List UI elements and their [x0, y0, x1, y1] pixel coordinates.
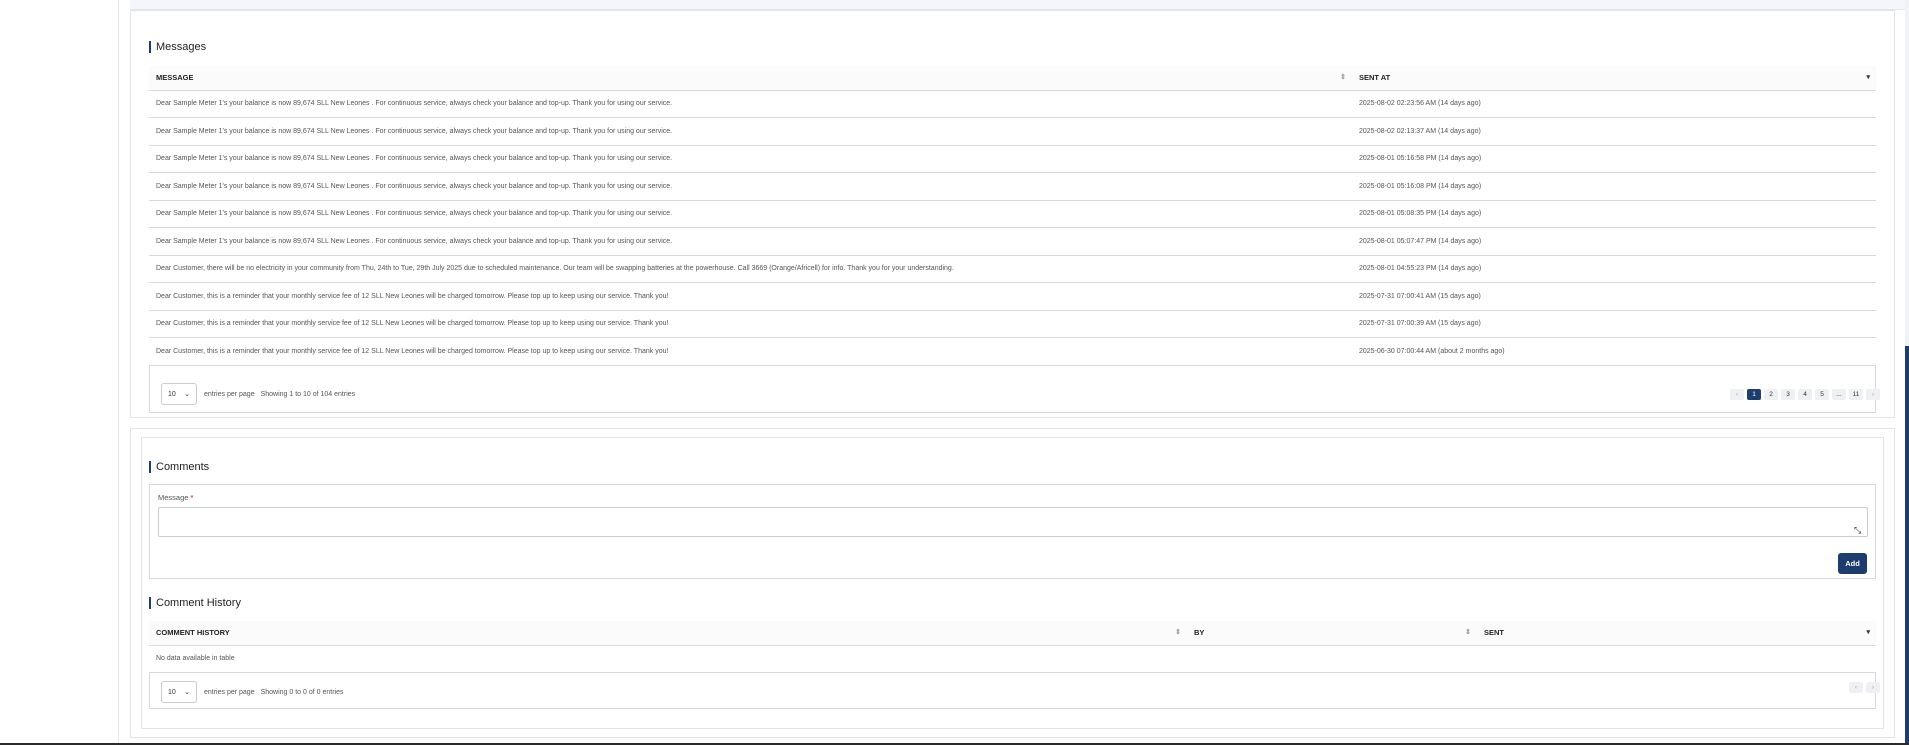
message-textarea[interactable]	[158, 507, 1868, 537]
messages-title: Messages	[149, 41, 206, 53]
table-row: Dear Sample Meter 1's your balance is no…	[149, 227, 1876, 256]
empty-table-message: No data available in table	[149, 645, 1876, 673]
comments-title: Comments	[149, 461, 209, 473]
message-cell: Dear Sample Meter 1's your balance is no…	[149, 145, 1352, 173]
per-page-select[interactable]: 10 ⌄	[161, 383, 197, 405]
message-cell: Dear Customer, there will be no electric…	[149, 255, 1352, 283]
sent-at-cell: 2025-08-01 05:16:08 PM (14 days ago)	[1352, 172, 1876, 201]
column-header-message[interactable]: MESSAGE ⇕	[149, 66, 1352, 91]
table-info: Showing 1 to 10 of 104 entries	[260, 390, 356, 398]
page-button[interactable]: 3	[1781, 389, 1795, 400]
sent-at-cell: 2025-07-31 07:00:39 AM (15 days ago)	[1352, 310, 1876, 338]
table-row: Dear Customer, there will be no electric…	[149, 255, 1876, 283]
column-header-by[interactable]: BY ⇕	[1187, 621, 1477, 646]
comments-length-control: 10 ⌄ entries per page Showing 0 to 0 of 0…	[161, 681, 343, 703]
page-button[interactable]: 1	[1747, 389, 1761, 400]
table-row: Dear Sample Meter 1's your balance is no…	[149, 145, 1876, 173]
table-row: Dear Customer, this is a reminder that y…	[149, 337, 1876, 366]
message-cell: Dear Sample Meter 1's your balance is no…	[149, 117, 1352, 146]
sort-desc-icon[interactable]: ▾	[1866, 628, 1870, 636]
sent-at-cell: 2025-08-01 05:08:35 PM (14 days ago)	[1352, 200, 1876, 228]
comment-history-title: Comment History	[149, 597, 241, 609]
table-row: Dear Customer, this is a reminder that y…	[149, 310, 1876, 338]
per-page-select[interactable]: 10 ⌄	[161, 681, 197, 703]
table-row: Dear Sample Meter 1's your balance is no…	[149, 200, 1876, 228]
comments-pagination: ‹ ›	[1849, 682, 1880, 693]
chevron-down-icon: ⌄	[184, 689, 190, 696]
message-cell: Dear Sample Meter 1's your balance is no…	[149, 90, 1352, 118]
column-header-sent-at[interactable]: SENT AT ▾	[1352, 66, 1876, 91]
messages-panel: Messages MESSAGE ⇕ SENT AT ▾ Dear Sample M…	[130, 10, 1895, 418]
message-cell: Dear Sample Meter 1's your balance is no…	[149, 172, 1352, 201]
column-header-sent[interactable]: SENT ▾	[1477, 621, 1876, 646]
chevron-down-icon: ⌄	[184, 391, 190, 398]
message-cell: Dear Customer, this is a reminder that y…	[149, 310, 1352, 338]
scrollbar-thumb[interactable]	[1905, 346, 1909, 745]
message-cell: Dear Customer, this is a reminder that y…	[149, 337, 1352, 366]
table-row: Dear Sample Meter 1's your balance is no…	[149, 117, 1876, 146]
per-page-label: entries per page	[204, 390, 255, 398]
next-page-button[interactable]: ›	[1866, 682, 1880, 693]
prev-page-button[interactable]: ‹	[1730, 389, 1744, 400]
sidebar-rail	[0, 0, 119, 745]
sort-desc-icon[interactable]: ▾	[1866, 73, 1870, 81]
sort-icon[interactable]: ⇕	[1340, 73, 1346, 81]
message-cell: Dear Sample Meter 1's your balance is no…	[149, 200, 1352, 228]
table-row: Dear Customer, this is a reminder that y…	[149, 282, 1876, 311]
page-button[interactable]: 4	[1798, 389, 1812, 400]
sent-at-cell: 2025-08-01 05:16:58 PM (14 days ago)	[1352, 145, 1876, 173]
message-cell: Dear Customer, this is a reminder that y…	[149, 282, 1352, 311]
comments-panel: Comments Message * ⤡ Add Comment History…	[130, 428, 1895, 738]
messages-table: MESSAGE ⇕ SENT AT ▾ Dear Sample Meter 1's …	[149, 66, 1876, 366]
page-ellipsis: ...	[1832, 389, 1846, 400]
page-button[interactable]: 2	[1764, 389, 1778, 400]
sent-at-cell: 2025-08-01 05:07:47 PM (14 days ago)	[1352, 227, 1876, 256]
per-page-label: entries per page	[204, 688, 255, 696]
sent-at-cell: 2025-06-30 07:00:44 AM (about 2 months a…	[1352, 337, 1876, 366]
sort-icon[interactable]: ⇕	[1175, 628, 1181, 636]
table-info: Showing 0 to 0 of 0 entries	[260, 688, 344, 696]
table-row: Dear Sample Meter 1's your balance is no…	[149, 90, 1876, 118]
messages-length-control: 10 ⌄ entries per page Showing 1 to 10 of …	[161, 383, 355, 405]
messages-pagination: ‹ 1 2 3 4 5... 11 ›	[1730, 389, 1880, 400]
sent-at-cell: 2025-07-31 07:00:41 AM (15 days ago)	[1352, 282, 1876, 311]
comment-history-table: COMMENT HISTORY ⇕ BY ⇕ SENT ▾ No data avail…	[149, 621, 1876, 673]
message-cell: Dear Sample Meter 1's your balance is no…	[149, 227, 1352, 256]
next-page-button[interactable]: ›	[1866, 389, 1880, 400]
sent-at-cell: 2025-08-02 02:13:37 AM (14 days ago)	[1352, 117, 1876, 146]
prev-page-button[interactable]: ‹	[1849, 682, 1863, 693]
column-header-comment-history[interactable]: COMMENT HISTORY ⇕	[149, 621, 1187, 646]
page-button[interactable]: 5	[1815, 389, 1829, 400]
sent-at-cell: 2025-08-02 02:23:56 AM (14 days ago)	[1352, 90, 1876, 118]
top-strip	[130, 0, 1909, 10]
add-comment-button[interactable]: Add	[1838, 553, 1867, 574]
table-row: Dear Sample Meter 1's your balance is no…	[149, 172, 1876, 201]
scrollbar-track[interactable]	[1905, 0, 1909, 745]
message-field-label: Message *	[158, 493, 194, 502]
sort-icon[interactable]: ⇕	[1465, 628, 1471, 636]
page-button[interactable]: 11	[1849, 389, 1863, 400]
sent-at-cell: 2025-08-01 04:55:23 PM (14 days ago)	[1352, 255, 1876, 283]
